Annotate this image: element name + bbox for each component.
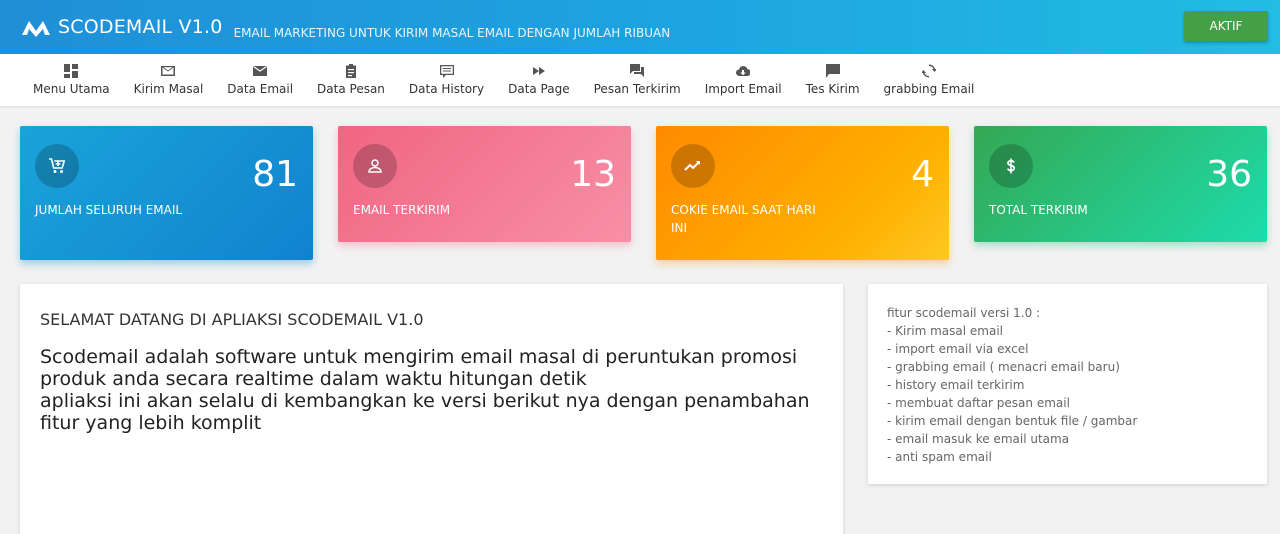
welcome-panel: SELAMAT DATANG DI APLIAKSI SCODEMAIL V1.… <box>20 284 843 534</box>
nav-item-pesan-terkirim[interactable]: Pesan Terkirim <box>582 54 693 106</box>
dashboard-icon <box>64 64 79 78</box>
feature-item: - grabbing email ( menacri email baru) <box>887 360 1120 374</box>
logo: SCODEMAIL V1.0 <box>20 16 223 38</box>
nav-item-data-page[interactable]: Data Page <box>496 54 582 106</box>
nav-item-menu-utama[interactable]: Menu Utama <box>21 54 122 106</box>
nav-label: Import Email <box>704 82 782 96</box>
feature-item: - anti spam email <box>887 450 992 464</box>
description-line: apliaksi ini akan selalu di kembangkan k… <box>40 390 810 434</box>
nav-label: Data History <box>408 82 485 96</box>
nav-label: Kirim Masal <box>133 82 204 96</box>
app-tagline: EMAIL MARKETING UNTUK KIRIM MASAL EMAIL … <box>233 26 671 40</box>
logo-icon <box>22 21 50 37</box>
features-list: fitur scodemail versi 1.0 : - Kirim masa… <box>887 304 1137 466</box>
nav-label: Pesan Terkirim <box>593 82 681 96</box>
stat-label: EMAIL TERKIRIM <box>353 203 451 217</box>
welcome-description: Scodemail adalah software untuk mengirim… <box>40 346 810 434</box>
comment-icon <box>825 64 840 78</box>
message-list-icon <box>439 64 454 78</box>
feature-item: - Kirim masal email <box>887 324 1004 338</box>
clipboard-icon <box>344 64 358 78</box>
nav-label: grabbing Email <box>883 82 975 96</box>
cart-add-icon <box>35 144 79 188</box>
trending-icon <box>671 144 715 188</box>
stat-label: COKIE EMAIL SAAT HARI INI <box>671 203 816 235</box>
nav-label: Menu Utama <box>33 82 110 96</box>
stat-value: 13 <box>570 154 616 195</box>
stat-card-email-terkirim: 13 EMAIL TERKIRIM <box>338 126 631 242</box>
app-header: SCODEMAIL V1.0 EMAIL MARKETING UNTUK KIR… <box>0 0 1280 54</box>
stat-card-total-terkirim: 36 TOTAL TERKIRIM <box>974 126 1267 242</box>
feature-item: - email masuk ke email utama <box>887 432 1070 446</box>
feature-item: - import email via excel <box>887 342 1029 356</box>
nav-label: Data Page <box>508 82 570 96</box>
person-icon <box>353 144 397 188</box>
nav-item-tes-kirim[interactable]: Tes Kirim <box>794 54 872 106</box>
stat-card-cokie-email: 4 COKIE EMAIL SAAT HARI INI <box>656 126 949 260</box>
nav-item-data-email[interactable]: Data Email <box>215 54 305 106</box>
stat-value: 4 <box>911 154 934 195</box>
description-line: Scodemail adalah software untuk mengirim… <box>40 346 798 390</box>
fast-forward-icon <box>532 64 546 78</box>
envelope-outline-icon <box>161 64 176 78</box>
feature-item: - membuat daftar pesan email <box>887 396 1070 410</box>
nav-item-data-history[interactable]: Data History <box>397 54 496 106</box>
nav-label: Data Email <box>227 82 294 96</box>
stat-value: 81 <box>252 154 298 195</box>
app-title: SCODEMAIL V1.0 <box>58 16 223 38</box>
features-title: fitur scodemail versi 1.0 : <box>887 306 1041 320</box>
stat-label: JUMLAH SELURUH EMAIL <box>35 203 183 217</box>
nav-label: Tes Kirim <box>805 82 860 96</box>
feature-item: - kirim email dengan bentuk file / gamba… <box>887 414 1138 428</box>
stat-label: TOTAL TERKIRIM <box>989 203 1088 217</box>
cloud-download-icon <box>736 64 751 78</box>
feature-item: - history email terkirim <box>887 378 1025 392</box>
chat-icon <box>630 64 645 78</box>
main-nav: Menu Utama Kirim Masal Data Email Data P… <box>0 54 1280 106</box>
nav-item-import-email[interactable]: Import Email <box>693 54 794 106</box>
nav-item-grabbing-email[interactable]: grabbing Email <box>872 54 987 106</box>
nav-item-data-pesan[interactable]: Data Pesan <box>305 54 397 106</box>
stat-value: 36 <box>1206 154 1252 195</box>
welcome-title: SELAMAT DATANG DI APLIAKSI SCODEMAIL V1.… <box>40 310 424 329</box>
refresh-icon <box>921 64 936 78</box>
dollar-icon <box>989 144 1033 188</box>
stat-card-total-email: 81 JUMLAH SELURUH EMAIL <box>20 126 313 260</box>
nav-label: Data Pesan <box>317 82 385 96</box>
envelope-icon <box>253 64 268 78</box>
features-panel: fitur scodemail versi 1.0 : - Kirim masa… <box>868 284 1267 484</box>
nav-item-kirim-masal[interactable]: Kirim Masal <box>122 54 216 106</box>
status-button[interactable]: AKTIF <box>1184 11 1268 41</box>
